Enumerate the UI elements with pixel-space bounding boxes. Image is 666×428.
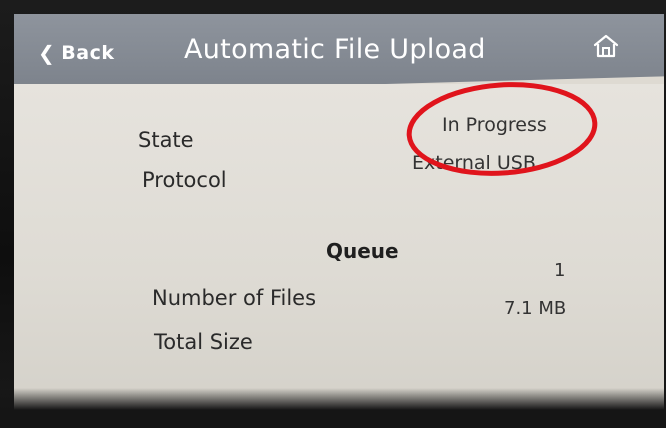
red-annotation-circle: [406, 82, 598, 176]
back-label: Back: [61, 42, 115, 64]
queue-heading: Queue: [326, 239, 399, 263]
page-title: Automatic File Upload: [184, 34, 486, 65]
protocol-label: Protocol: [142, 168, 227, 192]
home-icon[interactable]: [592, 32, 620, 60]
total-size-label: Total Size: [154, 330, 253, 354]
touch-screen: ❮ Back Automatic File Upload State In Pr…: [14, 14, 664, 426]
bezel-bottom: [0, 388, 666, 428]
files-count-value: 1: [554, 260, 566, 281]
total-size-value: 7.1 MB: [504, 298, 567, 319]
files-count-label: Number of Files: [152, 286, 317, 310]
state-label: State: [138, 128, 194, 152]
chevron-left-icon: ❮: [38, 41, 56, 65]
back-button[interactable]: ❮ Back: [38, 42, 114, 64]
